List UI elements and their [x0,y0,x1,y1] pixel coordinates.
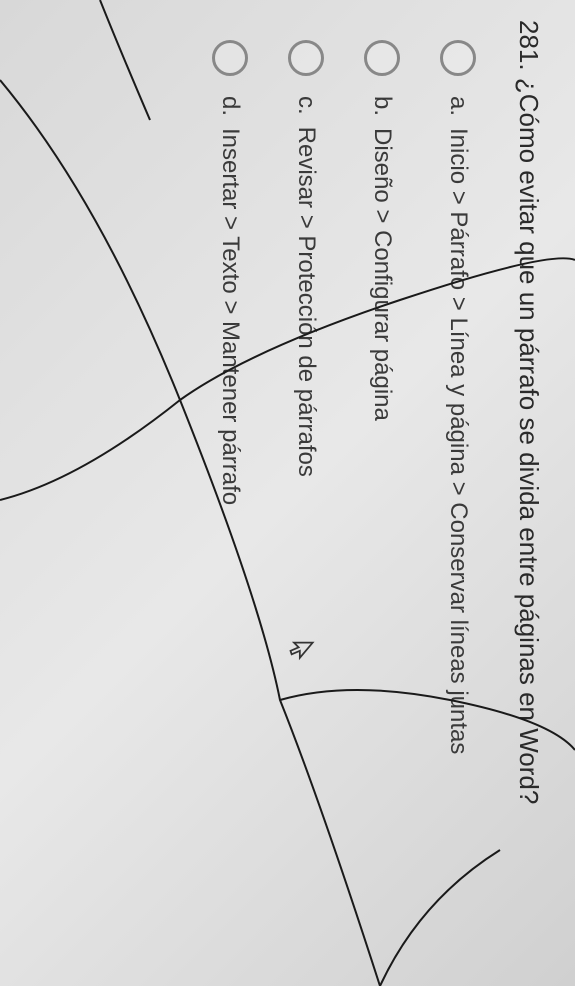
option-text-c: Revisar > Protección de párrafos [292,127,320,477]
radio-a[interactable] [440,40,476,76]
radio-c[interactable] [288,40,324,76]
question-text: 281. ¿Cómo evitar que un párrafo se divi… [511,20,545,966]
option-d[interactable]: d. Insertar > Texto > Mantener párrafo [212,20,248,966]
question-body: ¿Cómo evitar que un párrafo se divida en… [514,78,544,805]
question-number: 281. [514,20,544,71]
quiz-content: 281. ¿Cómo evitar que un párrafo se divi… [0,0,575,986]
option-c[interactable]: c. Revisar > Protección de párrafos [288,20,324,966]
radio-d[interactable] [212,40,248,76]
option-b[interactable]: b. Diseño > Configurar página [364,20,400,966]
option-label-c: c. [292,96,320,115]
option-text-a: Inicio > Párrafo > Línea y página > Cons… [444,128,472,754]
option-label-b: b. [368,96,396,116]
option-label-d: d. [216,96,244,116]
option-text-d: Insertar > Texto > Mantener párrafo [216,128,244,505]
option-label-a: a. [444,96,472,116]
radio-b[interactable] [364,40,400,76]
option-text-b: Diseño > Configurar página [368,128,396,421]
option-a[interactable]: a. Inicio > Párrafo > Línea y página > C… [440,20,476,966]
